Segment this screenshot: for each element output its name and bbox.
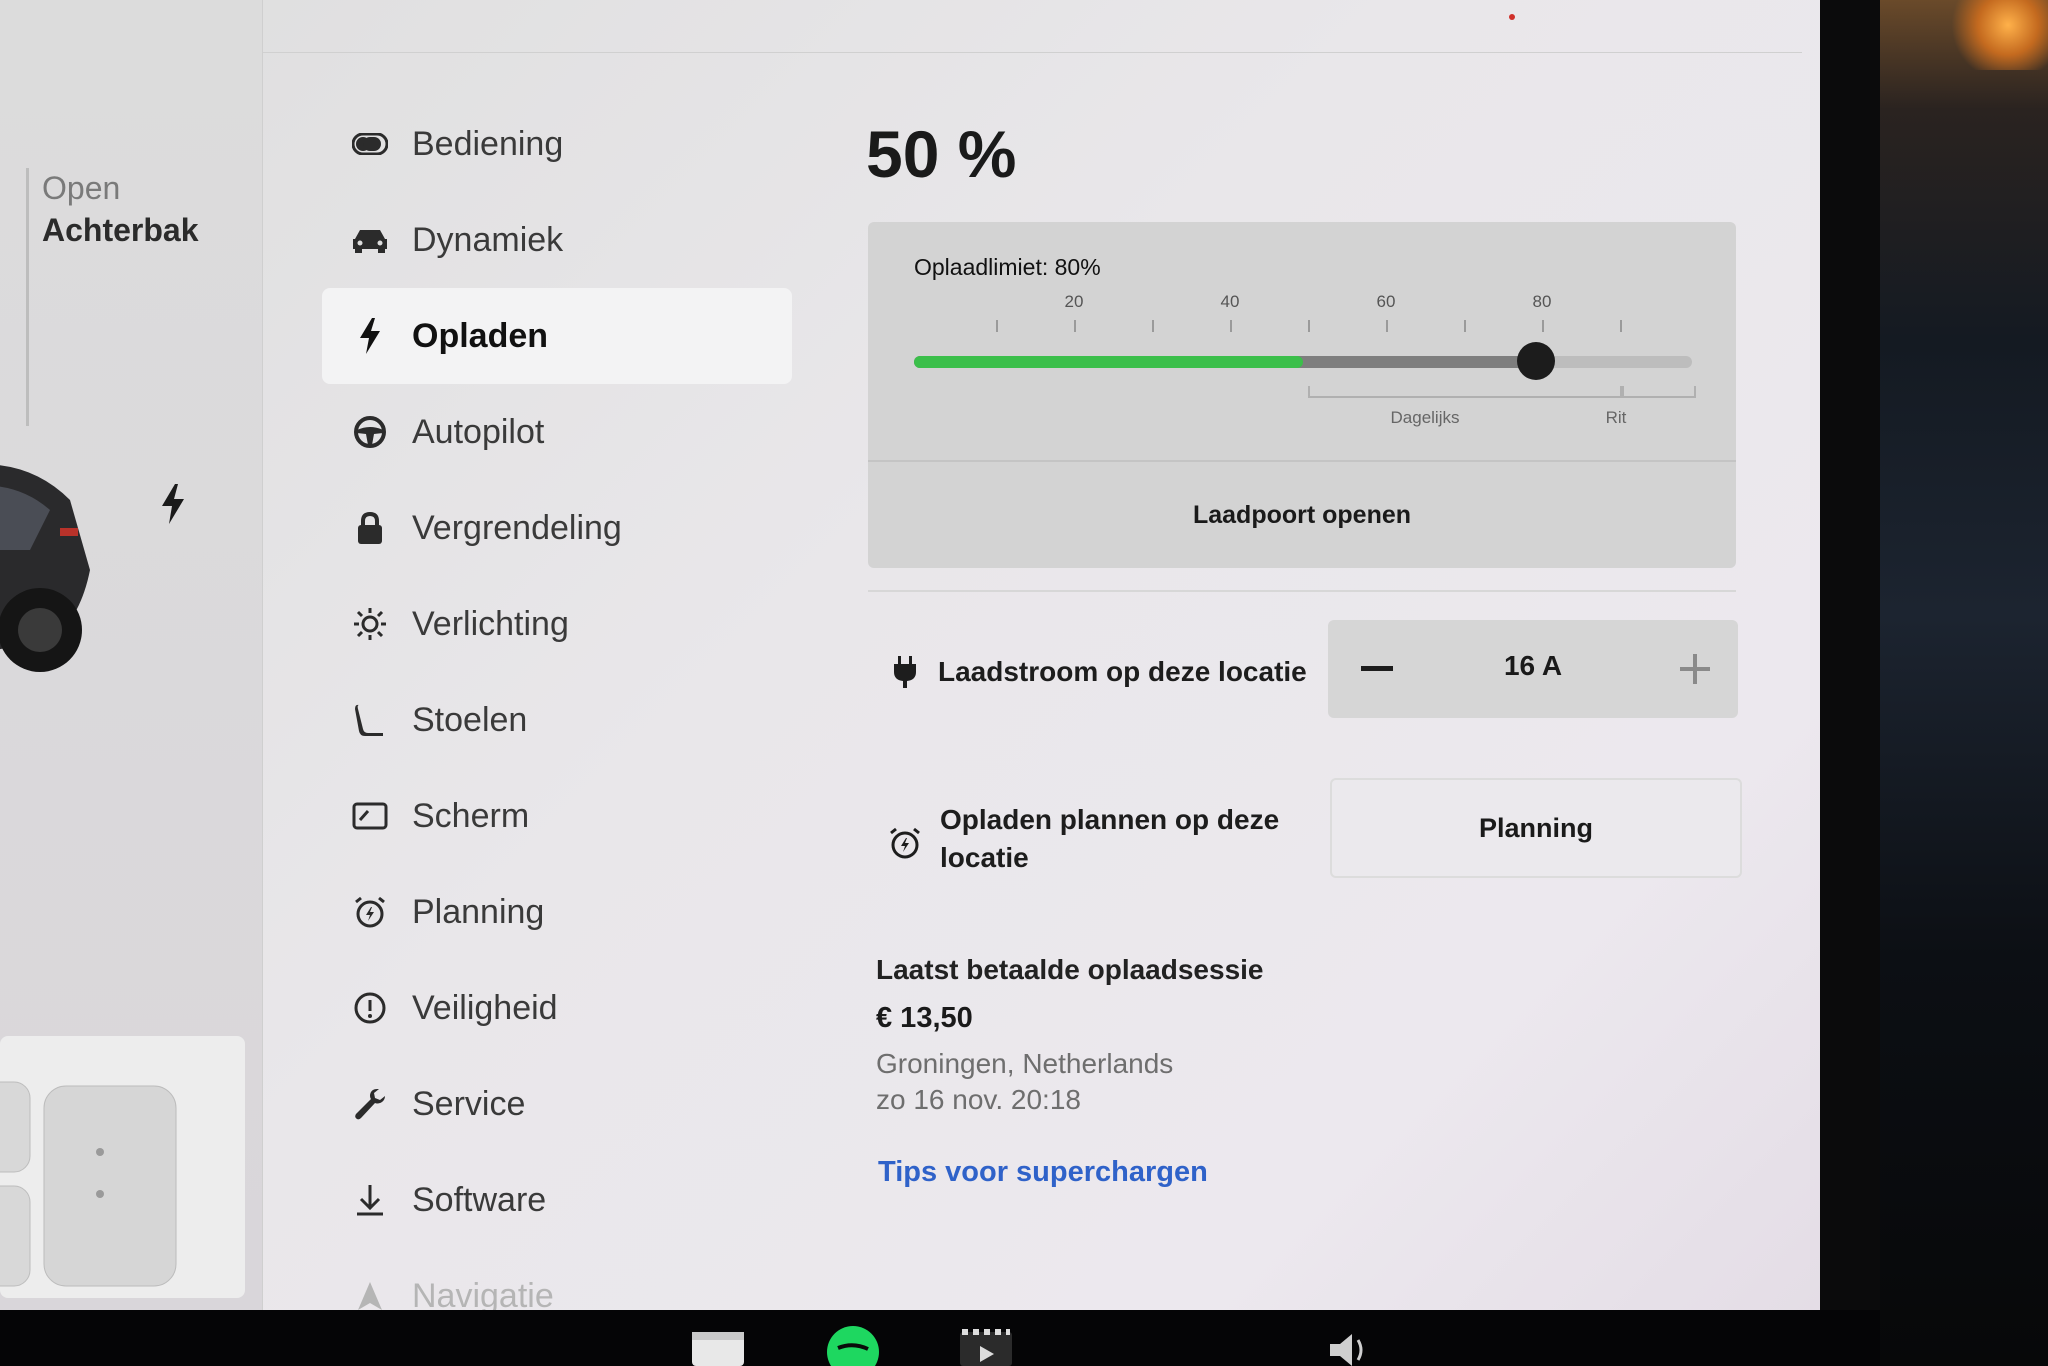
menu-label: Veiligheid (412, 988, 558, 1027)
charge-limit-label: Oplaadlimiet: 80% (914, 254, 1101, 280)
increase-current-button[interactable] (1666, 640, 1724, 698)
slider-tick (996, 320, 998, 332)
background-photo-area (1880, 0, 2048, 1366)
recording-indicator-icon (1509, 14, 1515, 20)
car-icon (348, 218, 392, 262)
menu-item-vergrendeling[interactable]: Vergrendeling (322, 480, 792, 576)
schedule-alarm-icon (888, 826, 922, 860)
charge-current-label: Laadstroom op deze locatie (938, 656, 1307, 687)
menu-label: Stoelen (412, 700, 528, 739)
settings-menu: Bediening Dynamiek Opladen Autopilot Ver… (322, 96, 792, 1310)
menu-item-autopilot[interactable]: Autopilot (322, 384, 792, 480)
supercharging-tips-link[interactable]: Tips voor superchargen (878, 1156, 1208, 1189)
schedule-label-line2: locatie (940, 842, 1029, 873)
tick-label: 60 (1376, 292, 1396, 311)
seats-icon (0, 1081, 177, 1287)
slider-tick (1386, 320, 1388, 332)
menu-label: Navigatie (412, 1276, 554, 1311)
spotify-app-icon[interactable] (826, 1322, 880, 1366)
charge-limit-slider-handle[interactable] (1517, 342, 1556, 380)
last-session-title: Laatst betaalde oplaadsessie (876, 954, 1264, 985)
display-icon (348, 794, 392, 838)
menu-item-scherm[interactable]: Scherm (322, 768, 792, 864)
seats-overview-card[interactable] (0, 1036, 245, 1298)
menu-item-planning[interactable]: Planning (322, 864, 792, 960)
toggle-icon (348, 122, 392, 166)
plug-icon (888, 656, 922, 690)
battery-percentage: 50 % (866, 117, 1017, 191)
steering-wheel-icon (348, 410, 392, 454)
menu-label: Planning (412, 892, 545, 931)
charging-bolt-icon (162, 484, 184, 524)
last-session-amount: € 13,50 (876, 1002, 973, 1034)
menu-label: Bediening (412, 124, 564, 163)
menu-label: Autopilot (412, 412, 545, 451)
wrench-icon (348, 1082, 392, 1126)
slider-tick (1230, 320, 1232, 332)
menu-item-veiligheid[interactable]: Veiligheid (322, 960, 792, 1056)
menu-item-bediening[interactable]: Bediening (322, 96, 792, 192)
battery-level-fill (914, 356, 1303, 368)
charge-limit-slider-track[interactable] (914, 356, 1692, 368)
trip-range-label: Rit (1605, 408, 1627, 427)
trip-range-bracket (1620, 386, 1696, 398)
slider-tick (1620, 320, 1622, 332)
download-icon (348, 1178, 392, 1222)
seat-icon (348, 698, 392, 742)
slider-tick (1308, 320, 1310, 332)
menu-label: Vergrendeling (412, 508, 622, 547)
bottom-dock (0, 1310, 1880, 1366)
navigation-arrow-icon (348, 1274, 392, 1310)
tick-label: 40 (1220, 292, 1240, 311)
menu-label: Opladen (412, 316, 549, 355)
menu-item-software[interactable]: Software (322, 1152, 792, 1248)
daily-range-label: Dagelijks (1390, 408, 1460, 427)
slider-tick (1074, 320, 1076, 332)
menu-label: Verlichting (412, 604, 569, 643)
schedule-label-line1: Opladen plannen op deze (940, 804, 1280, 835)
lightning-icon (348, 314, 392, 358)
tick-label: 80 (1532, 292, 1552, 311)
slider-tick (1542, 320, 1544, 332)
lock-icon (348, 506, 392, 550)
open-charge-port-button[interactable]: Laadpoort openen (868, 462, 1736, 568)
car-image (0, 465, 90, 672)
trunk-status[interactable]: Open (42, 170, 120, 207)
daily-range-bracket (1308, 386, 1624, 398)
last-session-datetime: zo 16 nov. 20:18 (876, 1084, 1081, 1115)
last-session-location: Groningen, Netherlands (876, 1048, 1174, 1079)
slider-tick (1464, 320, 1466, 332)
menu-label: Scherm (412, 796, 530, 835)
menu-item-stoelen[interactable]: Stoelen (322, 672, 792, 768)
volume-icon[interactable] (1326, 1322, 1376, 1366)
charge-current-stepper: 16 A (1328, 620, 1738, 718)
menu-label: Dynamiek (412, 220, 564, 259)
menu-label: Service (412, 1084, 526, 1123)
touchscreen: Open Achterbak Bediening Dynamiek Oplade… (0, 0, 1820, 1310)
trunk-label[interactable]: Achterbak (42, 212, 199, 249)
theater-app-icon[interactable] (958, 1322, 1014, 1366)
alert-circle-icon (348, 986, 392, 1030)
menu-item-verlichting[interactable]: Verlichting (322, 576, 792, 672)
schedule-button[interactable]: Planning (1330, 778, 1742, 878)
tick-label: 20 (1064, 292, 1084, 311)
menu-item-navigatie[interactable]: Navigatie (322, 1248, 792, 1310)
trunk-indicator-line (26, 168, 29, 426)
menu-item-opladen[interactable]: Opladen (322, 288, 792, 384)
menu-label: Software (412, 1180, 547, 1219)
slider-tick (1152, 320, 1154, 332)
menu-item-service[interactable]: Service (322, 1056, 792, 1152)
charge-limit-card: Oplaadlimiet: 80% 20 40 60 80 Dagelijks … (868, 222, 1736, 568)
calendar-app-icon[interactable] (690, 1322, 746, 1366)
section-divider (868, 590, 1736, 592)
menu-item-dynamiek[interactable]: Dynamiek (322, 192, 792, 288)
status-bar (262, 0, 1802, 53)
alarm-clock-icon (348, 890, 392, 934)
sun-icon (348, 602, 392, 646)
light-glow (1948, 0, 2048, 70)
car-visualization-panel: Open Achterbak (0, 0, 263, 1310)
